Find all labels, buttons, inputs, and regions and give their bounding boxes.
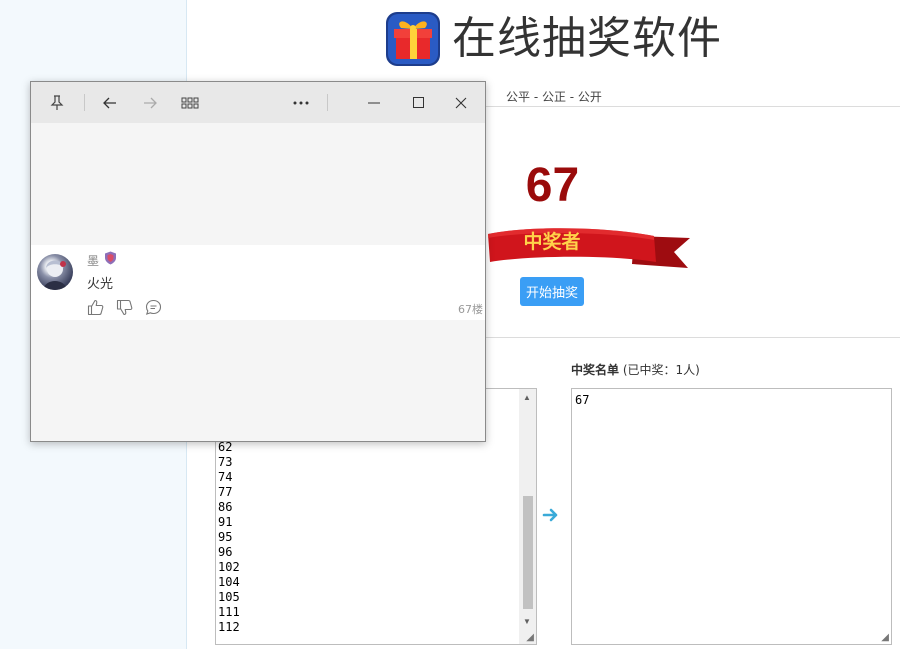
candidate-line: 62 <box>218 440 233 454</box>
candidate-line: 91 <box>218 515 233 529</box>
comment-post: 墨 火光 67楼 <box>31 245 485 320</box>
resize-grip-icon[interactable]: ◢ <box>881 632 889 643</box>
page-title: 在线抽奖软件 <box>452 13 722 64</box>
winner-list-title: 中奖名单 <box>571 363 620 377</box>
scroll-up-icon[interactable]: ▲ <box>523 393 531 402</box>
candidate-line: 95 <box>218 530 233 544</box>
arrow-right-icon <box>542 508 558 522</box>
candidate-line: 104 <box>218 575 240 589</box>
forward-arrow-icon[interactable] <box>130 82 170 123</box>
winners-textarea[interactable]: 67 ◢ <box>571 388 892 645</box>
more-icon[interactable] <box>281 82 321 123</box>
maximize-icon[interactable] <box>398 82 438 123</box>
slogan-text: 公平 - 公正 - 公开 <box>506 90 602 104</box>
comment-icon[interactable] <box>145 299 162 316</box>
winner-list-label: 中奖名单 (已中奖：1人) <box>571 361 700 378</box>
candidate-line: 74 <box>218 470 233 484</box>
candidate-line: 96 <box>218 545 233 559</box>
winners-content: 67 <box>575 393 590 407</box>
candidates-list: 616273747786919596102104105111112 <box>218 425 240 635</box>
grid-icon[interactable] <box>170 82 210 123</box>
candidate-line: 105 <box>218 590 240 604</box>
winner-number: 67 <box>525 159 580 212</box>
pin-icon[interactable] <box>37 82 77 123</box>
candidate-line: 112 <box>218 620 240 634</box>
thumbs-up-icon[interactable] <box>87 299 104 316</box>
ribbon-label: 中奖者 <box>523 230 580 253</box>
toolbar-separator <box>327 94 328 111</box>
scrollbar-thumb[interactable] <box>523 496 533 609</box>
comment-text: 火光 <box>87 277 114 292</box>
close-icon[interactable] <box>441 82 481 123</box>
user-badge-icon <box>105 251 116 265</box>
candidate-line: 102 <box>218 560 240 574</box>
scroll-down-icon[interactable]: ▼ <box>523 617 531 626</box>
winner-ribbon-banner: 中奖者 <box>488 228 690 268</box>
candidate-line: 86 <box>218 500 233 514</box>
toolbar-separator <box>84 94 85 111</box>
candidates-scrollbar[interactable]: ▲ ▼ <box>519 389 536 644</box>
floor-number: 67楼 <box>458 303 483 316</box>
winner-count: (已中奖：1人) <box>619 363 700 377</box>
candidate-line: 73 <box>218 455 233 469</box>
minimize-icon[interactable] <box>354 82 394 123</box>
resize-grip-icon[interactable]: ◢ <box>526 632 534 643</box>
username[interactable]: 墨 <box>87 252 99 269</box>
floating-window[interactable]: 墨 火光 67楼 <box>30 81 486 442</box>
start-draw-button[interactable]: 开始抽奖 <box>520 277 584 306</box>
gift-box-icon <box>386 12 440 66</box>
candidate-line: 111 <box>218 605 240 619</box>
candidate-line: 77 <box>218 485 233 499</box>
thumbs-down-icon[interactable] <box>116 299 133 316</box>
avatar[interactable] <box>37 254 73 290</box>
back-arrow-icon[interactable] <box>90 82 130 123</box>
window-titlebar[interactable] <box>31 82 485 123</box>
